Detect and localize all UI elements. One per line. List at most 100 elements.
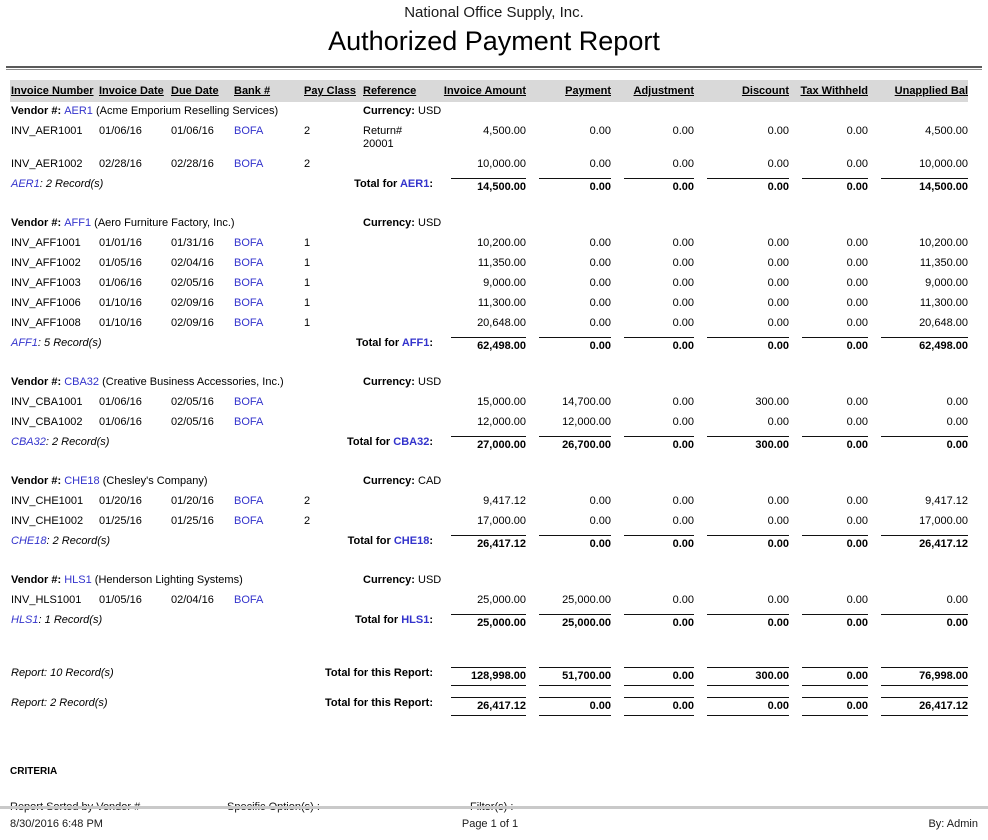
column-header-adjustment[interactable]: Adjustment [611,80,694,102]
invoice-date-cell: 01/10/16 [98,294,170,314]
amount-cell: 0.00 [526,274,611,294]
column-header-payment[interactable]: Payment [526,80,611,102]
vendor-header-cell: Vendor #: CHE18 (Chesley's Company) [10,472,362,492]
pay-class-cell: 1 [303,294,362,314]
report-total-amount-cell: 0.00 [611,694,694,720]
reference-cell [362,413,438,433]
vendor-total-amount-cell: 14,500.00 [868,175,968,198]
record-count-code-link[interactable]: CBA32 [11,436,46,448]
amount-cell: 0.00 [526,294,611,314]
vendor-total-amount-cell: 27,000.00 [438,433,526,456]
vendor-code-link[interactable]: CHE18 [64,475,99,487]
bank-link[interactable]: BOFA [234,237,263,249]
due-date-cell: 01/20/16 [170,492,233,512]
bank-link[interactable]: BOFA [234,515,263,527]
total-code-link[interactable]: CBA32 [393,436,429,448]
reference-cell [362,294,438,314]
reference-cell [362,234,438,254]
column-header-discount[interactable]: Discount [694,80,789,102]
total-code-link[interactable]: CHE18 [394,535,429,547]
report-total-amount-cell: 26,417.12 [438,694,526,720]
amount-cell: 0.00 [694,512,789,532]
column-header-pay-class[interactable]: Pay Class [303,80,362,102]
total-code-link[interactable]: AER1 [400,178,429,190]
bank-link[interactable]: BOFA [234,396,263,408]
vendor-total-row: AER1: 2 Record(s)Total for AER1:14,500.0… [10,175,968,198]
bank-link[interactable]: BOFA [234,317,263,329]
bank-link[interactable]: BOFA [234,257,263,269]
bank-link[interactable]: BOFA [234,416,263,428]
vendor-header-row: Vendor #: HLS1 (Henderson Lighting Syste… [10,571,968,591]
due-date-cell: 01/25/16 [170,512,233,532]
vendor-total-amount-cell: 0.00 [694,334,789,357]
total-amount: 0.00 [802,614,868,630]
vendor-code-link[interactable]: AFF1 [64,217,91,229]
amount-cell: 0.00 [694,413,789,433]
total-code-link[interactable]: AFF1 [402,337,430,349]
vendor-total-amount-cell: 0.00 [611,175,694,198]
report-total-row: Report: 10 Record(s)Total for this Repor… [10,664,968,690]
vendor-total-amount-cell: 0.00 [789,532,868,555]
report-total-label: Total for this Report: [303,694,438,720]
currency-label: Currency: [363,376,418,388]
due-date-cell: 02/09/16 [170,314,233,334]
report-total-row: Report: 2 Record(s)Total for this Report… [10,694,968,720]
amount-cell: 0.00 [789,314,868,334]
invoice-number-cell: INV_AFF1002 [10,254,98,274]
column-header-reference[interactable]: Reference [362,80,438,102]
total-amount: 0.00 [802,535,868,551]
bank-link[interactable]: BOFA [234,594,263,606]
reference-line: 20001 [363,138,438,151]
due-date-cell: 02/28/16 [170,155,233,175]
vendor-header-cell: Vendor #: HLS1 (Henderson Lighting Syste… [10,571,362,591]
amount-cell: 0.00 [694,234,789,254]
vendor-header-cell: Vendor #: CBA32 (Creative Business Acces… [10,373,362,393]
record-count-code-link[interactable]: AER1 [11,178,40,190]
bank-link[interactable]: BOFA [234,297,263,309]
due-date-cell: 02/04/16 [170,591,233,611]
amount-cell: 12,000.00 [438,413,526,433]
record-count-code-link[interactable]: HLS1 [11,614,39,626]
invoice-row: INV_AFF100301/06/1602/05/16BOFA19,000.00… [10,274,968,294]
vendor-total-amount-cell: 0.00 [789,334,868,357]
invoice-number-cell: INV_AFF1006 [10,294,98,314]
vendor-header-row: Vendor #: AFF1 (Aero Furniture Factory, … [10,214,968,234]
amount-cell: 0.00 [611,122,694,155]
total-amount: 0.00 [881,436,968,452]
column-header-bank[interactable]: Bank # [233,80,303,102]
column-header-due-date[interactable]: Due Date [170,80,233,102]
total-code-link[interactable]: HLS1 [401,614,429,626]
currency-value: USD [418,105,441,117]
amount-cell: 0.00 [789,492,868,512]
vendor-code-link[interactable]: AER1 [64,105,93,117]
amount-cell: 10,000.00 [868,155,968,175]
amount-cell: 0.00 [611,294,694,314]
column-header-invoice-number[interactable]: Invoice Number [10,80,98,102]
page-footer: 8/30/2016 6:48 PM Page 1 of 1 By: Admin [0,818,988,830]
vendor-name: (Henderson Lighting Systems) [95,574,243,586]
footer-divider [0,806,988,809]
pay-class-cell: 2 [303,492,362,512]
bank-link[interactable]: BOFA [234,495,263,507]
pay-class-cell: 1 [303,254,362,274]
column-header-unapplied-bal[interactable]: Unapplied Bal [868,80,968,102]
amount-cell: 4,500.00 [868,122,968,155]
column-header-invoice-date[interactable]: Invoice Date [98,80,170,102]
column-header-invoice-amount[interactable]: Invoice Amount [438,80,526,102]
invoice-row: INV_CHE100201/25/1601/25/16BOFA217,000.0… [10,512,968,532]
amount-cell: 0.00 [526,314,611,334]
bank-link[interactable]: BOFA [234,125,263,137]
vendor-total-amount-cell: 0.00 [868,433,968,456]
vendor-code-link[interactable]: CBA32 [64,376,99,388]
bank-link[interactable]: BOFA [234,277,263,289]
column-header-tax-withheld[interactable]: Tax Withheld [789,80,868,102]
bank-link[interactable]: BOFA [234,158,263,170]
report-total-amount: 300.00 [707,667,789,686]
vendor-total-label: Total for CHE18: [303,532,438,555]
amount-cell: 9,000.00 [868,274,968,294]
amount-cell: 0.00 [611,512,694,532]
record-count-code-link[interactable]: CHE18 [11,535,46,547]
record-count-code-link[interactable]: AFF1 [11,337,38,349]
total-suffix: : [429,436,433,448]
vendor-code-link[interactable]: HLS1 [64,574,92,586]
